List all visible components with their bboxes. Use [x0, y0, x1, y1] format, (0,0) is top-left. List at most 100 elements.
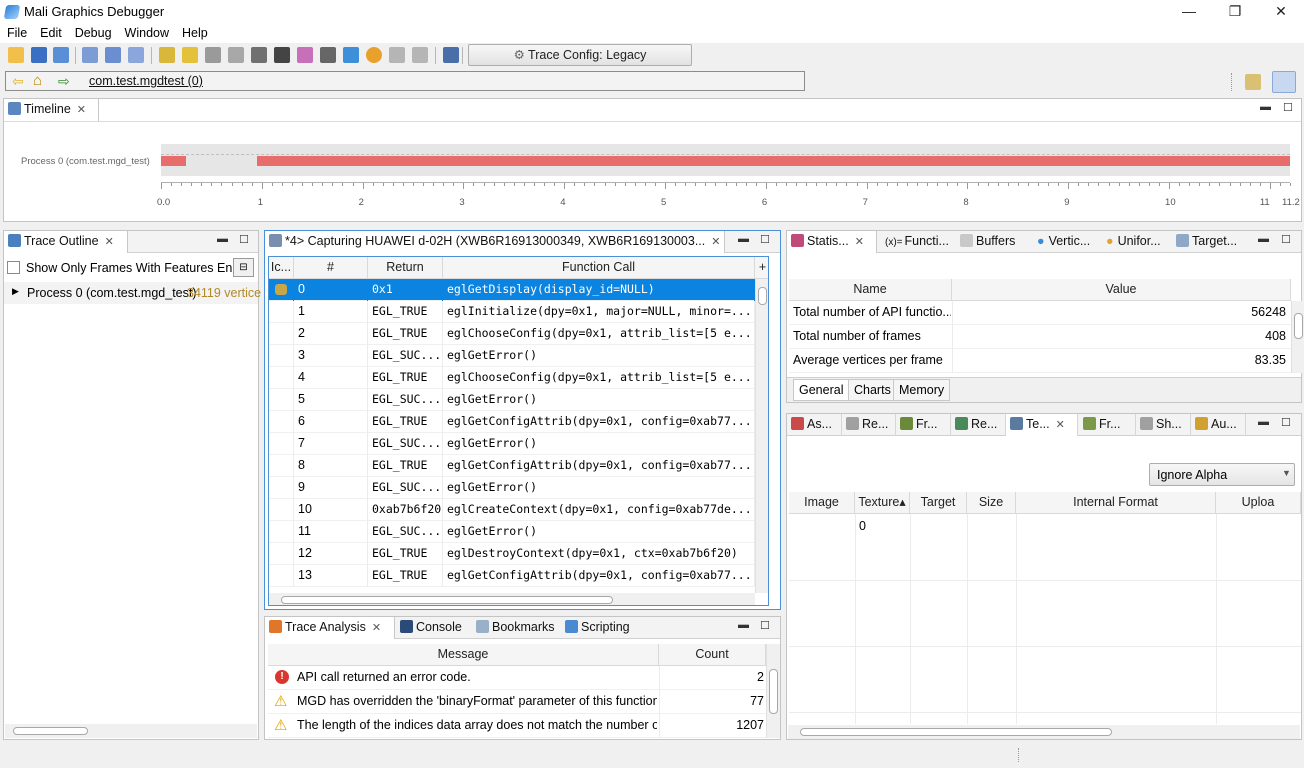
back-arrow-icon[interactable]: ⇦: [12, 73, 24, 90]
table-row[interactable]: 3 EGL_SUC... eglGetError(): [269, 345, 755, 367]
collapse-all-button[interactable]: ⊟: [233, 258, 254, 277]
maximize-view-icon[interactable]: ☐: [1281, 416, 1291, 429]
list-item[interactable]: ! API call returned an error code. 2: [268, 666, 766, 690]
open-perspective-icon[interactable]: [1245, 74, 1261, 90]
tab-textures[interactable]: Te... ✕: [1006, 414, 1078, 436]
close-icon[interactable]: ✕: [105, 236, 114, 248]
table-row[interactable]: 5 EGL_SUC... eglGetError(): [269, 389, 755, 411]
tree-item[interactable]: ▶ Process 0 (com.test.mgd_test) 34119 ve…: [4, 282, 261, 304]
table-row[interactable]: 12 EGL_TRUE eglDestroyContext(dpy=0x1, ctx…: [269, 543, 755, 565]
mgd-perspective-icon[interactable]: [1272, 71, 1296, 93]
tab-capture[interactable]: *4> Capturing HUAWEI d-02H (XWB6R1691300…: [265, 231, 725, 253]
tab-timeline[interactable]: Timeline ✕: [4, 99, 99, 121]
subtab-charts[interactable]: Charts: [848, 379, 897, 401]
table-row[interactable]: 2 EGL_TRUE eglChooseConfig(dpy=0x1, attrib…: [269, 323, 755, 345]
process-link[interactable]: com.test.mgdtest (0): [89, 74, 203, 88]
table-row[interactable]: 7 EGL_SUC... eglGetError(): [269, 433, 755, 455]
step-icon[interactable]: [228, 47, 244, 63]
col-image[interactable]: Image: [789, 492, 855, 514]
minimize-view-icon[interactable]: ▬: [217, 233, 228, 245]
tab-automation[interactable]: Au...: [1191, 414, 1246, 436]
table-row[interactable]: Total number of frames 408: [789, 325, 1291, 349]
tab-bookmarks[interactable]: Bookmarks: [472, 617, 560, 639]
col-upload[interactable]: Uploa: [1216, 492, 1301, 514]
table-row[interactable]: 6 EGL_TRUE eglGetConfigAttrib(dpy=0x1, con…: [269, 411, 755, 433]
menu-debug[interactable]: Debug: [68, 24, 118, 40]
maximize-button[interactable]: ❐: [1212, 0, 1258, 24]
tab-targets[interactable]: Target...: [1172, 231, 1244, 253]
device-icon[interactable]: [128, 47, 144, 63]
horizontal-scrollbar[interactable]: [788, 725, 1300, 739]
tab-buffers[interactable]: Buffers: [956, 231, 1028, 253]
tab-frame-buffers[interactable]: Fr...: [896, 414, 951, 436]
tab-vertices[interactable]: ● Vertic...: [1029, 231, 1097, 253]
save-icon[interactable]: [31, 47, 47, 63]
col-message[interactable]: Message: [268, 644, 659, 666]
table-row[interactable]: 11 EGL_SUC... eglGetError(): [269, 521, 755, 543]
timeline-canvas[interactable]: Process 0 (com.test.mgd_test) 0.0 1 2 3 4 5 6 7…: [4, 121, 1301, 221]
list-item[interactable]: ⚠ The length of the indices data array do…: [268, 714, 766, 738]
paint-icon[interactable]: [297, 47, 313, 63]
filter-checkbox[interactable]: [7, 261, 20, 274]
menu-window[interactable]: Window: [118, 24, 175, 40]
vertical-scrollbar[interactable]: [766, 644, 780, 738]
close-icon[interactable]: ✕: [372, 622, 381, 634]
tab-scripting[interactable]: Scripting: [561, 617, 639, 639]
tab-assets[interactable]: As...: [787, 414, 842, 436]
shader-map-icon[interactable]: [343, 47, 359, 63]
disconnect-icon[interactable]: [105, 47, 121, 63]
list-item[interactable]: ⚠ MGD has overridden the 'binaryFormat' p…: [268, 690, 766, 714]
pause-icon[interactable]: [182, 47, 198, 63]
refresh-icon[interactable]: [412, 47, 428, 63]
tab-render-passes[interactable]: Re...: [842, 414, 896, 436]
tab-shaders[interactable]: Sh...: [1136, 414, 1191, 436]
trace-config-button[interactable]: ⚙ Trace Config: Legacy: [468, 44, 692, 66]
maximize-view-icon[interactable]: ☐: [760, 233, 770, 246]
table-row[interactable]: Average vertices per frame 83.35: [789, 349, 1291, 373]
close-icon[interactable]: ✕: [711, 236, 720, 248]
menu-file[interactable]: File: [0, 24, 33, 40]
minimize-view-icon[interactable]: ▬: [738, 619, 749, 631]
table-row[interactable]: 10 0xab7b6f20 eglCreateContext(dpy=0x1, co…: [269, 499, 755, 521]
tab-trace-analysis[interactable]: Trace Analysis ✕: [265, 617, 395, 639]
tab-statistics[interactable]: Statis... ✕: [787, 231, 877, 253]
col-function-call[interactable]: Function Call: [443, 257, 755, 279]
horizontal-scrollbar[interactable]: [269, 593, 755, 605]
col-count[interactable]: Count: [659, 644, 766, 666]
connect-icon[interactable]: [82, 47, 98, 63]
home-icon[interactable]: ⌂: [33, 72, 42, 89]
subtab-memory[interactable]: Memory: [893, 379, 951, 401]
alpha-dropdown[interactable]: Ignore Alpha ▼: [1149, 463, 1295, 486]
pie-icon[interactable]: [366, 47, 382, 63]
close-icon[interactable]: ✕: [855, 236, 864, 248]
tab-functions[interactable]: (x)= Functi...: [881, 231, 956, 253]
open-icon[interactable]: [8, 47, 24, 63]
step-frame-icon[interactable]: [159, 47, 175, 63]
camera-icon[interactable]: [274, 47, 290, 63]
vertical-scrollbar[interactable]: [1291, 301, 1304, 373]
timeline-segment[interactable]: [161, 156, 187, 166]
tab-render-targets[interactable]: Re...: [951, 414, 1006, 436]
tab-uniforms[interactable]: ● Unifor...: [1098, 231, 1171, 253]
col-name[interactable]: Name: [789, 279, 952, 301]
texture-id[interactable]: 0: [859, 519, 866, 533]
minimize-button[interactable]: —: [1166, 0, 1212, 24]
close-icon[interactable]: ✕: [77, 104, 86, 116]
col-icon[interactable]: Ic...: [269, 257, 294, 279]
vertical-scrollbar[interactable]: [755, 279, 768, 593]
save-all-icon[interactable]: [53, 47, 69, 63]
timeline-segment[interactable]: [256, 156, 1290, 166]
film-icon[interactable]: [443, 47, 459, 63]
tab-console[interactable]: Console: [396, 617, 471, 639]
play-icon[interactable]: [205, 47, 221, 63]
minimize-view-icon[interactable]: ▬: [1258, 233, 1269, 245]
tab-frame-capture[interactable]: Fr...: [1079, 414, 1136, 436]
table-row[interactable]: 13 EGL_TRUE eglGetConfigAttrib(dpy=0x1, co…: [269, 565, 755, 587]
minimize-view-icon[interactable]: ▬: [738, 233, 749, 245]
maximize-view-icon[interactable]: ☐: [1283, 101, 1293, 114]
col-size[interactable]: Size: [967, 492, 1016, 514]
table-row[interactable]: 4 EGL_TRUE eglChooseConfig(dpy=0x1, attrib…: [269, 367, 755, 389]
binoculars-icon[interactable]: [251, 47, 267, 63]
col-index[interactable]: #: [294, 257, 368, 279]
table-row[interactable]: Total number of API functio... 56248: [789, 301, 1291, 325]
